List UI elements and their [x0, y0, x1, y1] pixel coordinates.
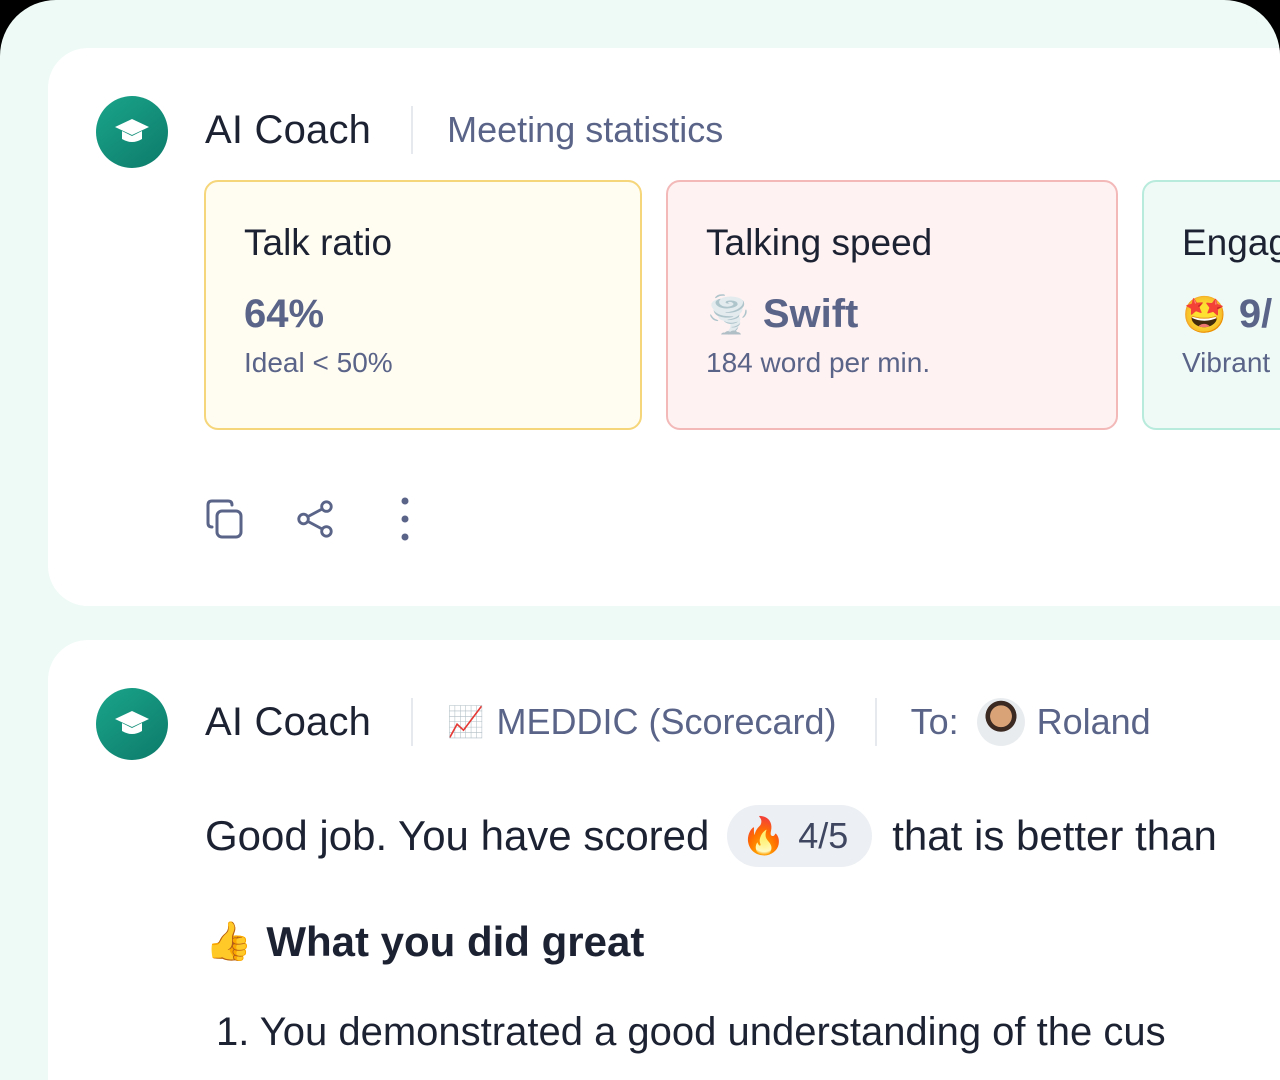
- recipient-name[interactable]: Roland: [1037, 701, 1151, 743]
- star-struck-icon: 🤩: [1182, 293, 1227, 335]
- scorecard-feedback-card: AI Coach 📈 MEDDIC (Scorecard) To: Roland…: [48, 640, 1280, 1080]
- score-summary: Good job. You have scored 🔥 4/5 that is …: [205, 805, 1217, 867]
- more-options-button[interactable]: [384, 496, 426, 542]
- meeting-statistics-card: AI Coach Meeting statistics Talk ratio 6…: [48, 48, 1280, 606]
- stat-title: Talk ratio: [244, 222, 393, 263]
- stat-subtext: Vibrant: [1182, 347, 1271, 378]
- card-actions: [204, 496, 426, 542]
- stat-title: Engag: [1182, 222, 1280, 263]
- stat-value-text: 64%: [244, 292, 325, 336]
- header-divider: [874, 698, 877, 746]
- copy-icon: [206, 499, 243, 539]
- stat-subtext: 184 word per min.: [706, 347, 931, 378]
- talking-speed-card: Talking speed 🌪️ Swift 184 word per min.: [666, 180, 1118, 430]
- scorecard-label[interactable]: MEDDIC (Scorecard): [497, 701, 837, 743]
- card-header: AI Coach 📈 MEDDIC (Scorecard) To: Roland: [205, 686, 1151, 758]
- app-frame: AI Coach Meeting statistics Talk ratio 6…: [0, 0, 1280, 1080]
- stat-value: 64%: [244, 292, 602, 337]
- ai-coach-avatar: [96, 688, 168, 760]
- card-subtitle: Meeting statistics: [447, 109, 724, 150]
- more-vertical-icon: [401, 497, 409, 541]
- ai-coach-avatar: [96, 96, 168, 168]
- list-item: 1. You demonstrated a good understanding…: [216, 1010, 1166, 1054]
- engagement-card: Engag 🤩 9/ Vibrant: [1142, 180, 1280, 430]
- recipient-avatar: [976, 698, 1025, 746]
- tornado-icon: 🌪️: [706, 293, 751, 335]
- stat-title: Talking speed: [706, 222, 933, 263]
- stat-subtext: Ideal < 50%: [244, 347, 393, 378]
- graduation-cap-icon: [115, 711, 149, 734]
- coach-name: AI Coach: [205, 699, 372, 744]
- score-value: 4/5: [798, 815, 849, 856]
- stat-value: 🤩 9/: [1182, 292, 1280, 337]
- header-divider: [411, 698, 414, 746]
- stat-value-text: 9/: [1238, 292, 1273, 336]
- fire-icon: 🔥: [741, 815, 787, 856]
- thumbs-up-icon: 👍: [205, 921, 253, 963]
- talk-ratio-card: Talk ratio 64% Ideal < 50%: [204, 180, 642, 430]
- share-button[interactable]: [294, 496, 336, 542]
- to-label: To:: [910, 701, 959, 742]
- stat-value-text: Swift: [762, 292, 859, 336]
- graduation-cap-icon: [115, 119, 149, 142]
- section-title: What you did great: [266, 918, 645, 965]
- score-suffix: that is better than: [892, 812, 1217, 859]
- stat-value: 🌪️ Swift: [706, 292, 1078, 337]
- card-header: AI Coach Meeting statistics: [205, 94, 723, 166]
- coach-name: AI Coach: [205, 107, 372, 152]
- share-icon: [297, 500, 333, 538]
- chart-increasing-icon: 📈: [447, 705, 485, 739]
- score-prefix: Good job. You have scored: [205, 812, 710, 859]
- header-divider: [411, 106, 414, 154]
- score-badge: 🔥 4/5: [727, 805, 873, 867]
- section-heading: 👍 What you did great: [205, 918, 644, 966]
- copy-button[interactable]: [204, 496, 246, 542]
